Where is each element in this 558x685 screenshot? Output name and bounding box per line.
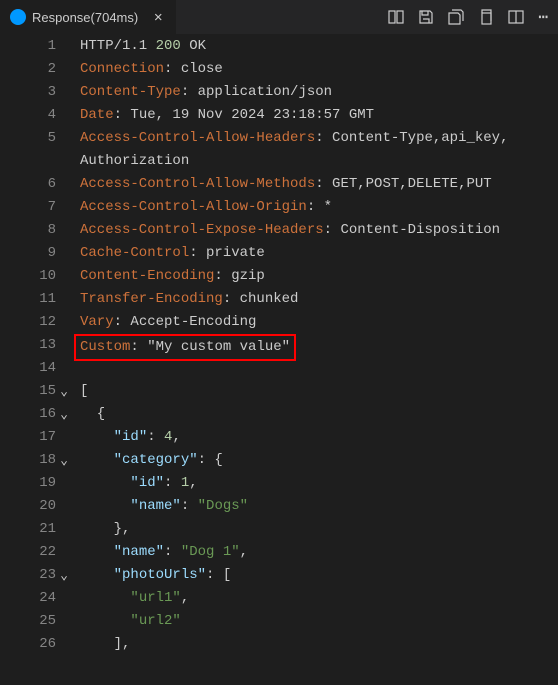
code-line-wrap: Authorization	[80, 150, 558, 173]
code-line: Transfer-Encoding: chunked	[80, 288, 558, 311]
code-line: Cache-Control: private	[80, 242, 558, 265]
line-number: 18⌄	[0, 449, 56, 472]
code-line: Connection: close	[80, 58, 558, 81]
code-line: "id": 1,	[80, 472, 558, 495]
code-line: Date: Tue, 19 Nov 2024 23:18:57 GMT	[80, 104, 558, 127]
code-line: {	[80, 403, 558, 426]
line-number: 9	[0, 242, 56, 265]
fold-icon[interactable]: ⌄	[60, 380, 68, 403]
line-number: 2	[0, 58, 56, 81]
line-number: 11	[0, 288, 56, 311]
code-line: Content-Encoding: gzip	[80, 265, 558, 288]
code-line: Access-Control-Allow-Headers: Content-Ty…	[80, 127, 558, 150]
line-number: 5	[0, 127, 56, 150]
close-icon[interactable]: ×	[150, 9, 166, 25]
code-line: "name": "Dogs"	[80, 495, 558, 518]
line-number: 4	[0, 104, 56, 127]
code-line: "id": 4,	[80, 426, 558, 449]
fold-icon[interactable]: ⌄	[60, 564, 68, 587]
code-line: Vary: Accept-Encoding	[80, 311, 558, 334]
code-line: HTTP/1.1 200 OK	[80, 35, 558, 58]
line-number: 15⌄	[0, 380, 56, 403]
line-number: 17	[0, 426, 56, 449]
code-line: },	[80, 518, 558, 541]
more-icon[interactable]: ⋯	[538, 7, 548, 27]
line-number: 1	[0, 35, 56, 58]
line-number: 26	[0, 633, 56, 656]
code-line: Access-Control-Allow-Origin: *	[80, 196, 558, 219]
code-line: "category": {	[80, 449, 558, 472]
editor: 1 2 3 4 5 6 7 8 9 10 11 12 13 14 15⌄ 16⌄…	[0, 35, 558, 656]
line-number: 24	[0, 587, 56, 610]
line-number: 23⌄	[0, 564, 56, 587]
line-number: 25	[0, 610, 56, 633]
title-actions: ⋯	[388, 7, 558, 27]
gutter: 1 2 3 4 5 6 7 8 9 10 11 12 13 14 15⌄ 16⌄…	[0, 35, 62, 656]
code-line: ],	[80, 633, 558, 656]
diff-icon[interactable]	[388, 9, 404, 25]
line-number: 7	[0, 196, 56, 219]
code-line: "url2"	[80, 610, 558, 633]
line-number: 16⌄	[0, 403, 56, 426]
code-area[interactable]: HTTP/1.1 200 OK Connection: close Conten…	[62, 35, 558, 656]
line-number: 22	[0, 541, 56, 564]
tab-response[interactable]: Response(704ms) ×	[0, 0, 177, 34]
code-line: "name": "Dog 1",	[80, 541, 558, 564]
line-number: 10	[0, 265, 56, 288]
code-line: Access-Control-Expose-Headers: Content-D…	[80, 219, 558, 242]
tab-bar: Response(704ms) × ⋯	[0, 0, 558, 35]
copy-icon[interactable]	[478, 9, 494, 25]
code-line-highlighted: Custom: "My custom value"	[80, 334, 558, 357]
line-number: 20	[0, 495, 56, 518]
code-line: [	[80, 380, 558, 403]
line-number: 21	[0, 518, 56, 541]
code-line: Access-Control-Allow-Methods: GET,POST,D…	[80, 173, 558, 196]
fold-icon[interactable]: ⌄	[60, 449, 68, 472]
line-number: 14	[0, 357, 56, 380]
tab-title: Response(704ms)	[32, 10, 138, 25]
line-number: 8	[0, 219, 56, 242]
fold-icon[interactable]: ⌄	[60, 403, 68, 426]
line-number: 13	[0, 334, 56, 357]
saveall-icon[interactable]	[448, 9, 464, 25]
line-number: 6	[0, 173, 56, 196]
code-line: "photoUrls": [	[80, 564, 558, 587]
line-number: 19	[0, 472, 56, 495]
line-number-wrap	[0, 150, 56, 173]
code-line: "url1",	[80, 587, 558, 610]
line-number: 12	[0, 311, 56, 334]
tab-icon	[10, 9, 26, 25]
line-number: 3	[0, 81, 56, 104]
save-icon[interactable]	[418, 9, 434, 25]
code-line: Content-Type: application/json	[80, 81, 558, 104]
split-icon[interactable]	[508, 9, 524, 25]
